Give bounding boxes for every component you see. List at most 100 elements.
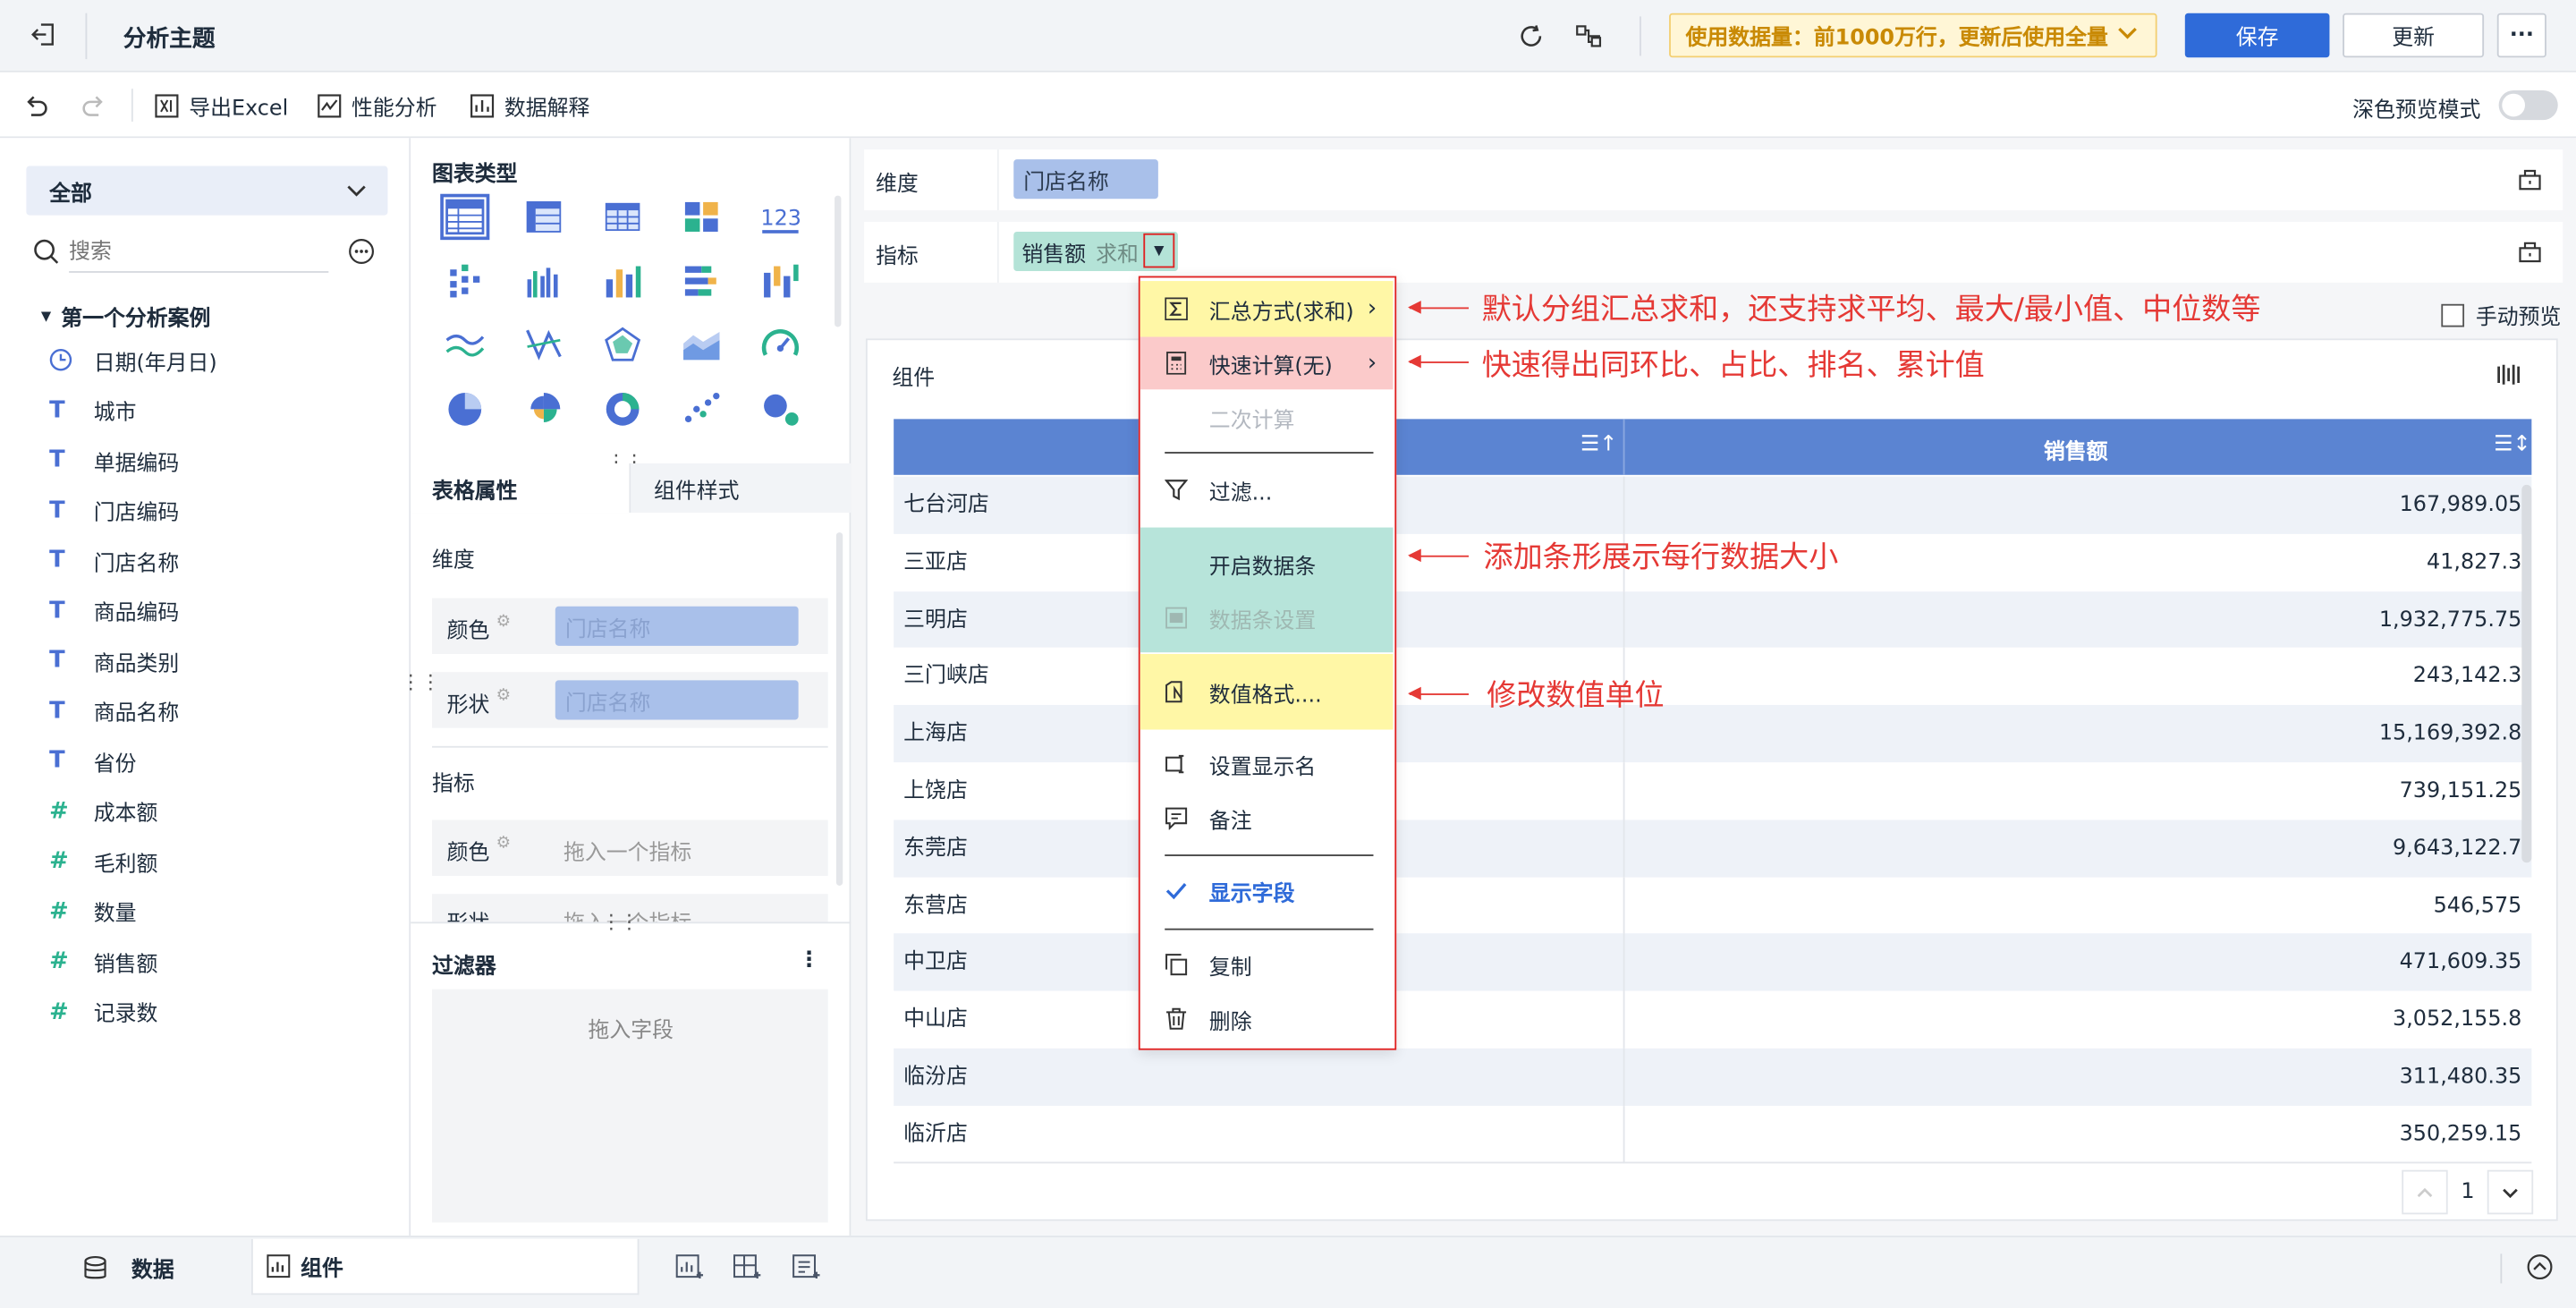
lineage-icon[interactable] (1574, 21, 1604, 51)
manual-preview-checkbox[interactable]: 手动预览 (2441, 299, 2561, 330)
menu-item-number-format[interactable]: 数值格式.... (1140, 654, 1394, 730)
area-chart-icon[interactable] (677, 322, 726, 368)
page-prev-button[interactable] (2402, 1169, 2448, 1215)
scrollbar[interactable] (835, 195, 842, 327)
tab-table-properties[interactable]: 表格属性 (411, 463, 631, 514)
detail-table-icon[interactable] (598, 194, 648, 240)
redo-icon[interactable] (79, 90, 108, 120)
measure-placeholder[interactable]: 拖入一个指标 (564, 835, 691, 866)
scrollbar[interactable] (835, 532, 843, 886)
field-item[interactable]: # 成本额 (49, 794, 157, 828)
scatter-bar-icon[interactable] (440, 258, 489, 303)
gauge-chart-icon[interactable] (756, 322, 805, 368)
collapse-up-icon[interactable] (2525, 1253, 2555, 1282)
rose-chart-icon[interactable] (519, 386, 568, 432)
refresh-icon[interactable] (1516, 21, 1546, 51)
table-row[interactable]: 临汾店 311,480.35 (894, 1048, 2532, 1107)
menu-item-show-field[interactable]: 显示字段 (1140, 866, 1394, 915)
menu-item-copy[interactable]: 复制 (1140, 940, 1394, 989)
lock-icon[interactable] (2517, 166, 2543, 192)
menu-item-databar-settings[interactable]: 数据条设置 (1140, 595, 1394, 641)
lock-icon[interactable] (2517, 238, 2543, 264)
field-item[interactable]: T 商品名称 (49, 694, 179, 727)
kpi-card-icon[interactable]: 123 (756, 194, 805, 240)
menu-item-quick-calc[interactable]: 快速计算(无) › (1140, 336, 1394, 390)
field-search-input[interactable] (69, 233, 329, 273)
field-item[interactable]: # 销售额 (49, 945, 157, 978)
field-item[interactable]: T 商品类别 (49, 644, 179, 677)
field-item[interactable]: 日期(年月日) (49, 344, 217, 377)
sort-icon[interactable]: ☰↑ (1580, 432, 1617, 457)
gear-icon[interactable]: ⚙ (496, 613, 511, 631)
dimension-color-pill[interactable]: 门店名称 (555, 606, 799, 646)
update-button[interactable]: 更新 (2343, 13, 2485, 58)
performance-analysis-button[interactable]: 性能分析 (317, 89, 437, 122)
field-item[interactable]: T 单据编码 (49, 444, 179, 477)
sort-icon[interactable]: ☰↕ (2494, 432, 2530, 457)
data-explain-button[interactable]: 数据解释 (470, 89, 589, 122)
cross-table-icon[interactable] (519, 194, 568, 240)
field-item[interactable]: # 记录数 (49, 995, 157, 1028)
menu-item-aggregation[interactable]: 汇总方式(求和) › (1140, 281, 1394, 337)
component-tab[interactable]: 组件 (251, 1238, 640, 1295)
data-tab[interactable]: 数据 (82, 1253, 174, 1283)
menu-item-display-name[interactable]: 设置显示名 (1140, 740, 1394, 789)
add-report-icon[interactable] (790, 1253, 819, 1282)
line-chart-icon[interactable] (440, 322, 489, 368)
more-button[interactable]: ··· (2496, 13, 2546, 58)
undo-icon[interactable] (21, 90, 51, 120)
menu-item-enable-databar[interactable]: 开启数据条 (1140, 540, 1394, 586)
table-row[interactable]: 临沂店 350,259.15 (894, 1105, 2532, 1164)
field-item[interactable]: T 省份 (49, 744, 136, 777)
block-chart-icon[interactable] (677, 194, 726, 240)
field-item[interactable]: T 门店编码 (49, 494, 179, 527)
menu-item-secondary-calc[interactable]: 二次计算 (1140, 393, 1394, 442)
stacked-bar-icon[interactable] (677, 258, 726, 303)
field-item[interactable]: # 毛利额 (49, 845, 157, 878)
field-item[interactable]: T 城市 (49, 394, 136, 427)
filter-title: 过滤器 (432, 955, 496, 980)
add-dashboard-icon[interactable] (731, 1253, 760, 1282)
menu-item-note[interactable]: 备注 (1140, 794, 1394, 843)
menu-item-filter[interactable]: 过滤... (1140, 465, 1394, 514)
field-item[interactable]: T 商品编码 (49, 594, 179, 627)
scatter-chart-icon[interactable] (677, 386, 726, 432)
copy-icon (1165, 953, 1188, 976)
column-chart-icon[interactable] (598, 258, 648, 303)
col-sales-header[interactable]: 销售额 (2044, 434, 2108, 465)
bubble-chart-icon[interactable] (756, 386, 805, 432)
gear-icon[interactable]: ⚙ (496, 835, 511, 853)
drag-handle-icon[interactable]: ⋮⋮ (601, 911, 639, 934)
field-item-label: 城市 (93, 401, 137, 426)
dimension-shape-pill[interactable]: 门店名称 (555, 680, 799, 720)
grouped-bar-icon[interactable] (519, 258, 568, 303)
filter-more-icon[interactable]: ⋮ (799, 948, 820, 973)
column-settings-icon[interactable] (2494, 360, 2523, 389)
save-button[interactable]: 保存 (2184, 13, 2330, 58)
field-item[interactable]: T 门店名称 (49, 544, 179, 577)
data-volume-notice[interactable]: 使用数据量：前1000万行，更新后使用全量 (1669, 13, 2157, 58)
gear-icon[interactable]: ⚙ (496, 687, 511, 705)
filter-drop-zone[interactable]: 拖入字段 (432, 989, 828, 1223)
range-bar-icon[interactable] (756, 258, 805, 303)
dataset-group[interactable]: ▼ 第一个分析案例 (41, 301, 210, 332)
radar-chart-icon[interactable] (598, 322, 648, 368)
page-next-button[interactable] (2487, 1169, 2534, 1215)
table-scrollbar[interactable] (2521, 484, 2532, 863)
field-item[interactable]: # 数量 (49, 895, 136, 928)
export-excel-button[interactable]: 导出Excel (155, 89, 288, 122)
donut-chart-icon[interactable] (598, 386, 648, 432)
measure-dropdown-icon[interactable]: ▼ (1143, 233, 1175, 268)
menu-item-delete[interactable]: 删除 (1140, 994, 1394, 1043)
table-chart-icon[interactable] (440, 193, 490, 241)
tab-component-style[interactable]: 组件样式 (631, 463, 852, 514)
dark-mode-toggle[interactable] (2498, 90, 2558, 121)
exit-icon[interactable] (30, 20, 59, 49)
dataset-selector[interactable]: 全部 (26, 166, 388, 216)
add-component-icon[interactable] (674, 1253, 703, 1282)
pane-resize-handle[interactable]: ⋮⋮ (401, 670, 440, 693)
parallel-line-icon[interactable] (519, 322, 568, 368)
dimension-pill-store[interactable]: 门店名称 (1013, 159, 1158, 200)
pie-chart-icon[interactable] (440, 386, 489, 432)
more-options-icon[interactable] (347, 236, 377, 266)
